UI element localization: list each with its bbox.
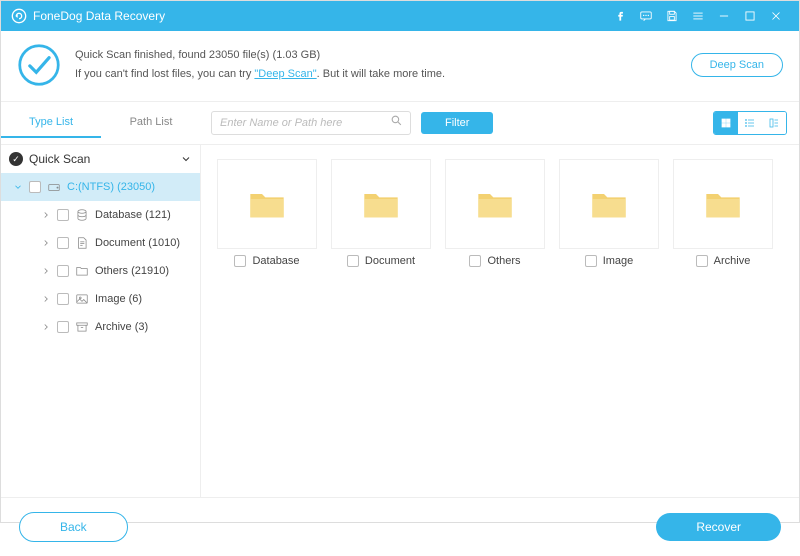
folder-thumb	[331, 159, 431, 249]
folder-item[interactable]: Image	[553, 159, 665, 267]
checkmark-icon	[17, 43, 61, 87]
back-button[interactable]: Back	[19, 512, 128, 542]
tab-type-list[interactable]: Type List	[1, 108, 101, 138]
folder-name: Image	[603, 255, 634, 267]
toolbar: Type List Path List Filter	[1, 102, 799, 145]
facebook-icon[interactable]	[607, 1, 633, 31]
tree-item-label: Image (6)	[95, 293, 142, 305]
folder-item[interactable]: Others	[439, 159, 551, 267]
document-icon	[75, 236, 89, 250]
search-input[interactable]	[211, 111, 411, 135]
tree-item-label: Archive (3)	[95, 321, 148, 333]
chevron-down-icon[interactable]	[180, 153, 192, 165]
folder-thumb	[559, 159, 659, 249]
checkmark-dot-icon	[9, 152, 23, 166]
folder-thumb	[217, 159, 317, 249]
view-detail-button[interactable]	[762, 112, 786, 134]
checkbox[interactable]	[234, 255, 246, 267]
tree-item-label: Document (1010)	[95, 237, 180, 249]
status-message: Quick Scan finished, found 23050 file(s)…	[75, 46, 677, 83]
app-title: FoneDog Data Recovery	[33, 9, 165, 23]
folder-name: Document	[365, 255, 415, 267]
chevron-right-icon[interactable]	[41, 266, 51, 276]
folder-name: Database	[252, 255, 299, 267]
chevron-right-icon[interactable]	[41, 322, 51, 332]
checkbox[interactable]	[57, 237, 69, 249]
menu-icon[interactable]	[685, 1, 711, 31]
app-logo: FoneDog Data Recovery	[11, 8, 165, 24]
search-field-wrap	[211, 111, 411, 135]
checkbox[interactable]	[57, 293, 69, 305]
database-icon	[75, 208, 89, 222]
chevron-right-icon[interactable]	[41, 238, 51, 248]
save-icon[interactable]	[659, 1, 685, 31]
footer: Back Recover	[1, 497, 799, 556]
tree-root-label: Quick Scan	[29, 152, 174, 166]
sidebar-tree: Quick Scan C:(NTFS) (23050) Database (12…	[1, 145, 201, 497]
folder-item[interactable]: Archive	[667, 159, 779, 267]
tree-item-archive[interactable]: Archive (3)	[1, 313, 200, 341]
tree-root-quick-scan[interactable]: Quick Scan	[1, 145, 200, 173]
filter-button[interactable]: Filter	[421, 112, 493, 134]
chevron-right-icon[interactable]	[41, 294, 51, 304]
chevron-right-icon[interactable]	[41, 210, 51, 220]
checkbox[interactable]	[57, 209, 69, 221]
main-area: Quick Scan C:(NTFS) (23050) Database (12…	[1, 145, 799, 497]
recover-button[interactable]: Recover	[656, 513, 781, 541]
folder-item[interactable]: Database	[211, 159, 323, 267]
folder-thumb	[445, 159, 545, 249]
maximize-icon[interactable]	[737, 1, 763, 31]
feedback-icon[interactable]	[633, 1, 659, 31]
tree-item-database[interactable]: Database (121)	[1, 201, 200, 229]
checkbox[interactable]	[585, 255, 597, 267]
chevron-down-icon[interactable]	[13, 182, 23, 192]
close-icon[interactable]	[763, 1, 789, 31]
sidebar-tabs: Type List Path List	[1, 108, 201, 138]
tree-item-label: Database (121)	[95, 209, 171, 221]
checkbox[interactable]	[29, 181, 41, 193]
folder-thumb	[673, 159, 773, 249]
tab-path-list[interactable]: Path List	[101, 108, 201, 138]
drive-icon	[47, 180, 61, 194]
folder-icon	[75, 264, 89, 278]
checkbox[interactable]	[57, 265, 69, 277]
deep-scan-link[interactable]: "Deep Scan"	[254, 68, 316, 80]
checkbox[interactable]	[57, 321, 69, 333]
checkbox[interactable]	[696, 255, 708, 267]
title-bar: FoneDog Data Recovery	[1, 1, 799, 31]
view-list-button[interactable]	[738, 112, 762, 134]
tree-item-label: Others (21910)	[95, 265, 169, 277]
deep-scan-button[interactable]: Deep Scan	[691, 53, 783, 77]
checkbox[interactable]	[469, 255, 481, 267]
minimize-icon[interactable]	[711, 1, 737, 31]
folder-grid: Database Document Others Image Archive	[201, 145, 799, 497]
tree-drive-label: C:(NTFS) (23050)	[67, 181, 155, 193]
view-switch	[713, 111, 787, 135]
tree-drive[interactable]: C:(NTFS) (23050)	[1, 173, 200, 201]
folder-item[interactable]: Document	[325, 159, 437, 267]
search-icon[interactable]	[390, 114, 403, 132]
image-icon	[75, 292, 89, 306]
view-grid-button[interactable]	[714, 112, 738, 134]
tree-item-image[interactable]: Image (6)	[1, 285, 200, 313]
tree-item-document[interactable]: Document (1010)	[1, 229, 200, 257]
archive-icon	[75, 320, 89, 334]
folder-name: Others	[487, 255, 520, 267]
folder-name: Archive	[714, 255, 751, 267]
tree-item-others[interactable]: Others (21910)	[1, 257, 200, 285]
status-banner: Quick Scan finished, found 23050 file(s)…	[1, 31, 799, 102]
checkbox[interactable]	[347, 255, 359, 267]
